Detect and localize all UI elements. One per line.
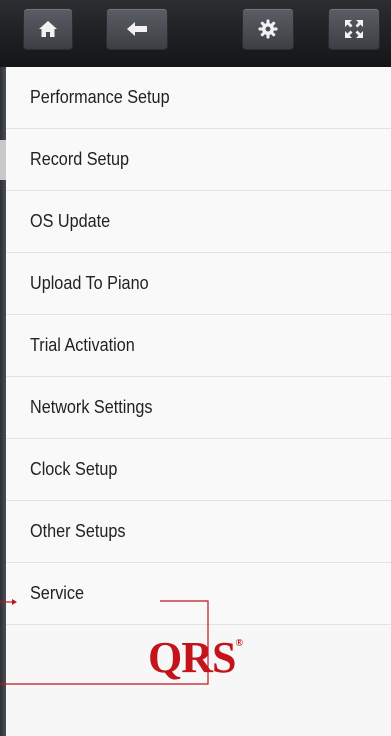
settings-button[interactable] <box>242 8 294 50</box>
menu-item-os-update[interactable]: OS Update <box>6 191 391 253</box>
gear-icon <box>258 19 278 39</box>
menu-item-other-setups[interactable]: Other Setups <box>6 501 391 563</box>
back-button[interactable] <box>106 8 168 50</box>
home-button[interactable] <box>23 8 73 50</box>
menu-item-upload-to-piano[interactable]: Upload To Piano <box>6 253 391 315</box>
home-icon <box>38 20 58 38</box>
fullscreen-icon <box>344 19 364 39</box>
back-arrow-icon <box>126 21 148 37</box>
menu-item-record-setup[interactable]: Record Setup <box>6 129 391 191</box>
fullscreen-button[interactable] <box>328 8 380 50</box>
qrs-logo: QRS® <box>148 633 243 682</box>
menu-item-clock-setup[interactable]: Clock Setup <box>6 439 391 501</box>
menu-item-performance-setup[interactable]: Performance Setup <box>6 67 391 129</box>
menu-item-service[interactable]: Service <box>6 563 391 625</box>
menu-item-network-settings[interactable]: Network Settings <box>6 377 391 439</box>
top-toolbar <box>0 0 391 67</box>
menu-item-trial-activation[interactable]: Trial Activation <box>6 315 391 377</box>
